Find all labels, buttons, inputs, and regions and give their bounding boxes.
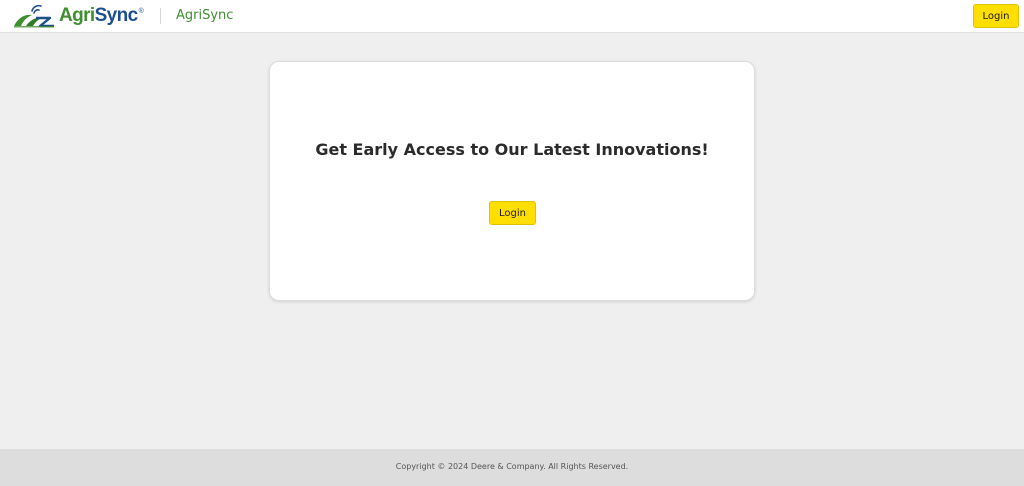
app-name: AgriSync <box>176 8 234 23</box>
copyright-text: Copyright © 2024 Deere & Company. All Ri… <box>395 462 629 471</box>
logo-text-sync: Sync <box>94 5 139 26</box>
agrisync-leaf-signal-icon <box>12 4 56 28</box>
header-divider <box>160 8 161 24</box>
card-title: Get Early Access to Our Latest Innovatio… <box>315 140 709 159</box>
card-login-button[interactable]: Login <box>489 201 536 225</box>
registered-mark: ® <box>138 8 144 15</box>
top-header: AgriSync® AgriSync Login <box>0 0 1024 33</box>
logo-text-agri: Agri <box>59 5 95 26</box>
header-login-button[interactable]: Login <box>973 4 1019 28</box>
early-access-card: Get Early Access to Our Latest Innovatio… <box>269 61 755 301</box>
footer: Copyright © 2024 Deere & Company. All Ri… <box>0 449 1024 486</box>
logo-wordmark: AgriSync® <box>59 3 144 29</box>
agrisync-logo[interactable]: AgriSync® <box>12 3 144 29</box>
